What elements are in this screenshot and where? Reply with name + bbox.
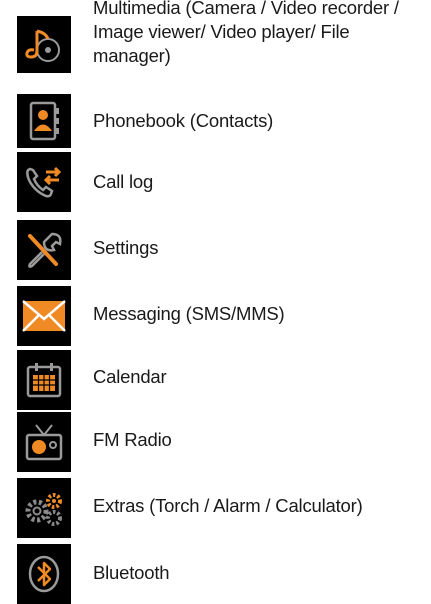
fm-radio-icon xyxy=(17,412,71,472)
extras-icon xyxy=(17,478,71,538)
menu-item-fm-radio: FM Radio xyxy=(0,412,431,474)
messaging-icon xyxy=(17,286,71,346)
menu-item-phonebook: Phonebook (Contacts) xyxy=(0,90,431,148)
menu-item-bluetooth: Bluetooth xyxy=(0,542,431,604)
call-log-icon xyxy=(17,152,71,212)
bluetooth-icon xyxy=(17,544,71,604)
menu-item-label: Phonebook (Contacts) xyxy=(93,110,274,131)
menu-item-label: Extras (Torch / Alarm / Calculator) xyxy=(93,495,363,516)
menu-item-call-log: Call log xyxy=(0,150,431,214)
menu-item-settings: Settings xyxy=(0,216,431,280)
label-line: Multimedia (Camera / Video recorder / xyxy=(93,0,399,18)
menu-item-label: Multimedia (Camera / Video recorder / Im… xyxy=(93,0,423,68)
menu-item-label: Call log xyxy=(93,171,154,192)
menu-item-calendar: Calendar xyxy=(0,348,431,410)
menu-item-label: FM Radio xyxy=(93,429,172,450)
menu-item-extras: Extras (Torch / Alarm / Calculator) xyxy=(0,476,431,540)
label-line: manager) xyxy=(93,45,171,66)
phonebook-icon xyxy=(17,94,71,148)
menu-item-messaging: Messaging (SMS/MMS) xyxy=(0,282,431,346)
multimedia-icon xyxy=(17,16,71,73)
menu-item-label: Calendar xyxy=(93,366,167,387)
menu-item-label: Bluetooth xyxy=(93,562,170,583)
label-line: Image viewer/ Video player/ File xyxy=(93,21,350,42)
menu-item-label: Messaging (SMS/MMS) xyxy=(93,303,285,324)
calendar-icon xyxy=(17,350,71,410)
settings-icon xyxy=(17,220,71,280)
menu-item-multimedia: Multimedia (Camera / Video recorder / Im… xyxy=(0,0,431,88)
menu-item-label: Settings xyxy=(93,237,159,258)
